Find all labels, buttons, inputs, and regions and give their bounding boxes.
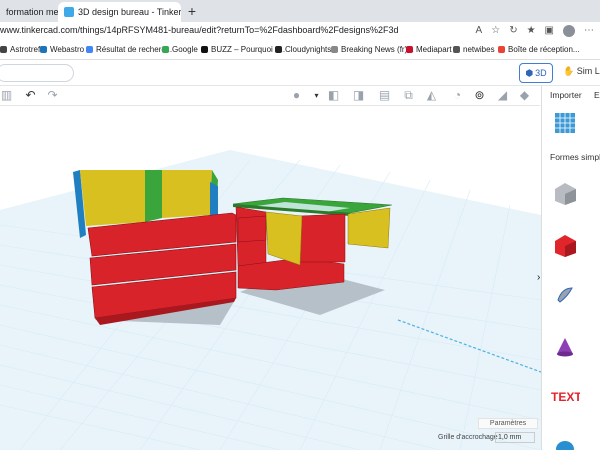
cone-shape-icon[interactable]	[554, 336, 576, 358]
bookmark-webastro[interactable]: Webastro	[40, 45, 84, 54]
half-sphere-shape-icon[interactable]	[554, 438, 576, 450]
eye-icon[interactable]: ◆	[518, 89, 531, 102]
text-shape-icon[interactable]: TEXT	[550, 386, 580, 406]
tinkercad-favicon-icon	[64, 7, 74, 17]
shapes-category-select[interactable]: Formes simple	[550, 152, 600, 162]
collections-icon[interactable]: ▣	[545, 25, 554, 37]
bookmark-buzz[interactable]: BUZZ – Pourquoi v...	[201, 45, 285, 54]
tab-label: 3D design bureau - Tinkercad	[78, 7, 181, 17]
hand-icon: ✋	[563, 66, 575, 76]
mirror-icon[interactable]: ◭	[425, 89, 438, 102]
browser-tab-formation[interactable]: formation meublé	[0, 2, 58, 22]
chevron-down-icon[interactable]: ▾	[310, 89, 323, 102]
favorites-icon[interactable]: ★	[527, 25, 536, 37]
menu-dots-icon[interactable]: ⋯	[584, 25, 594, 37]
tab-label: formation meublé	[6, 7, 58, 17]
cube-icon: ⬢	[525, 67, 534, 78]
box-hole-shape-icon[interactable]	[552, 180, 578, 206]
design-name-field[interactable]	[0, 64, 74, 82]
bookmark-breaking-news[interactable]: Breaking News (fr)...	[331, 45, 414, 54]
workplane-icon[interactable]: ◔	[451, 89, 464, 102]
shapes-panel: Importer Ex Formes simple TEXT	[541, 86, 600, 450]
notes-icon[interactable]: ◢	[496, 89, 509, 102]
left-cabinet[interactable]	[73, 170, 237, 325]
sim-lab-button[interactable]: ✋ Sim Lab	[563, 66, 600, 77]
bookmark-mediapart[interactable]: Mediapart	[406, 45, 452, 54]
grid-shape-icon[interactable]	[554, 112, 576, 134]
svg-text:TEXT: TEXT	[551, 390, 580, 404]
address-bar[interactable]: www.tinkercad.com/things/14pRFSYM481-bur…	[0, 22, 600, 42]
panel-expand-chevron-icon[interactable]: ›	[537, 272, 540, 283]
url-text[interactable]: www.tinkercad.com/things/14pRFSYM481-bur…	[0, 25, 398, 35]
bookmark-google[interactable]: Google	[162, 45, 198, 54]
import-tab[interactable]: Importer	[550, 90, 582, 100]
grid-snap-label: Grille d'accrochage	[438, 434, 498, 441]
view-3d-button[interactable]: ⬢ 3D	[519, 63, 553, 83]
new-tab-button[interactable]: +	[183, 2, 201, 20]
bookmark-netwibes[interactable]: netwibes	[453, 45, 495, 54]
read-aloud-icon[interactable]: A	[476, 25, 483, 37]
delete-icon[interactable]: ▥	[0, 89, 13, 102]
bookmark-recherche[interactable]: Résultat de recherc...	[86, 45, 172, 54]
ruler-icon[interactable]: ⊚	[473, 89, 486, 102]
bookmarks-bar: Astrotreff Webastro Résultat de recherc.…	[0, 42, 600, 60]
light-bulb-icon[interactable]: ●	[290, 89, 303, 102]
browser-tab-strip: formation meublé 3D design bureau - Tink…	[0, 0, 600, 22]
export-tab[interactable]: Ex	[594, 90, 600, 100]
align-icon[interactable]: ▤	[378, 89, 391, 102]
bookmark-astrotreff[interactable]: Astrotreff	[0, 45, 42, 54]
group-icon[interactable]: ◧	[327, 89, 340, 102]
flip-icon[interactable]: ⧉	[402, 89, 415, 102]
grid-snap-select[interactable]: 1,0 mm	[495, 432, 535, 443]
box-shape-icon[interactable]	[552, 232, 578, 258]
parameters-button[interactable]: Paramètres	[478, 418, 538, 429]
bookmark-gmail[interactable]: Boîte de réception...	[498, 45, 580, 54]
browser-tab-tinkercad[interactable]: 3D design bureau - Tinkercad ✕	[58, 2, 181, 22]
profile-avatar-icon[interactable]	[563, 25, 575, 37]
favorite-star-icon[interactable]: ☆	[491, 25, 500, 37]
workplane[interactable]	[0, 106, 541, 450]
redo-icon[interactable]: ↷	[46, 89, 59, 102]
tinkercad-header: ⬢ 3D ✋ Sim Lab	[0, 60, 600, 86]
refresh-icon[interactable]: ↻	[509, 25, 517, 37]
undo-icon[interactable]: ↶	[24, 89, 37, 102]
sketch-shape-icon[interactable]	[554, 284, 576, 306]
edit-toolbar: ▥ ↶ ↷ ● ▾ ◧ ◨ ▤ ⧉ ◭ ◔ ⊚ ◢ ◆	[0, 86, 540, 106]
bookmark-cloudynights[interactable]: Cloudynights	[275, 45, 331, 54]
ungroup-icon[interactable]: ◨	[352, 89, 365, 102]
